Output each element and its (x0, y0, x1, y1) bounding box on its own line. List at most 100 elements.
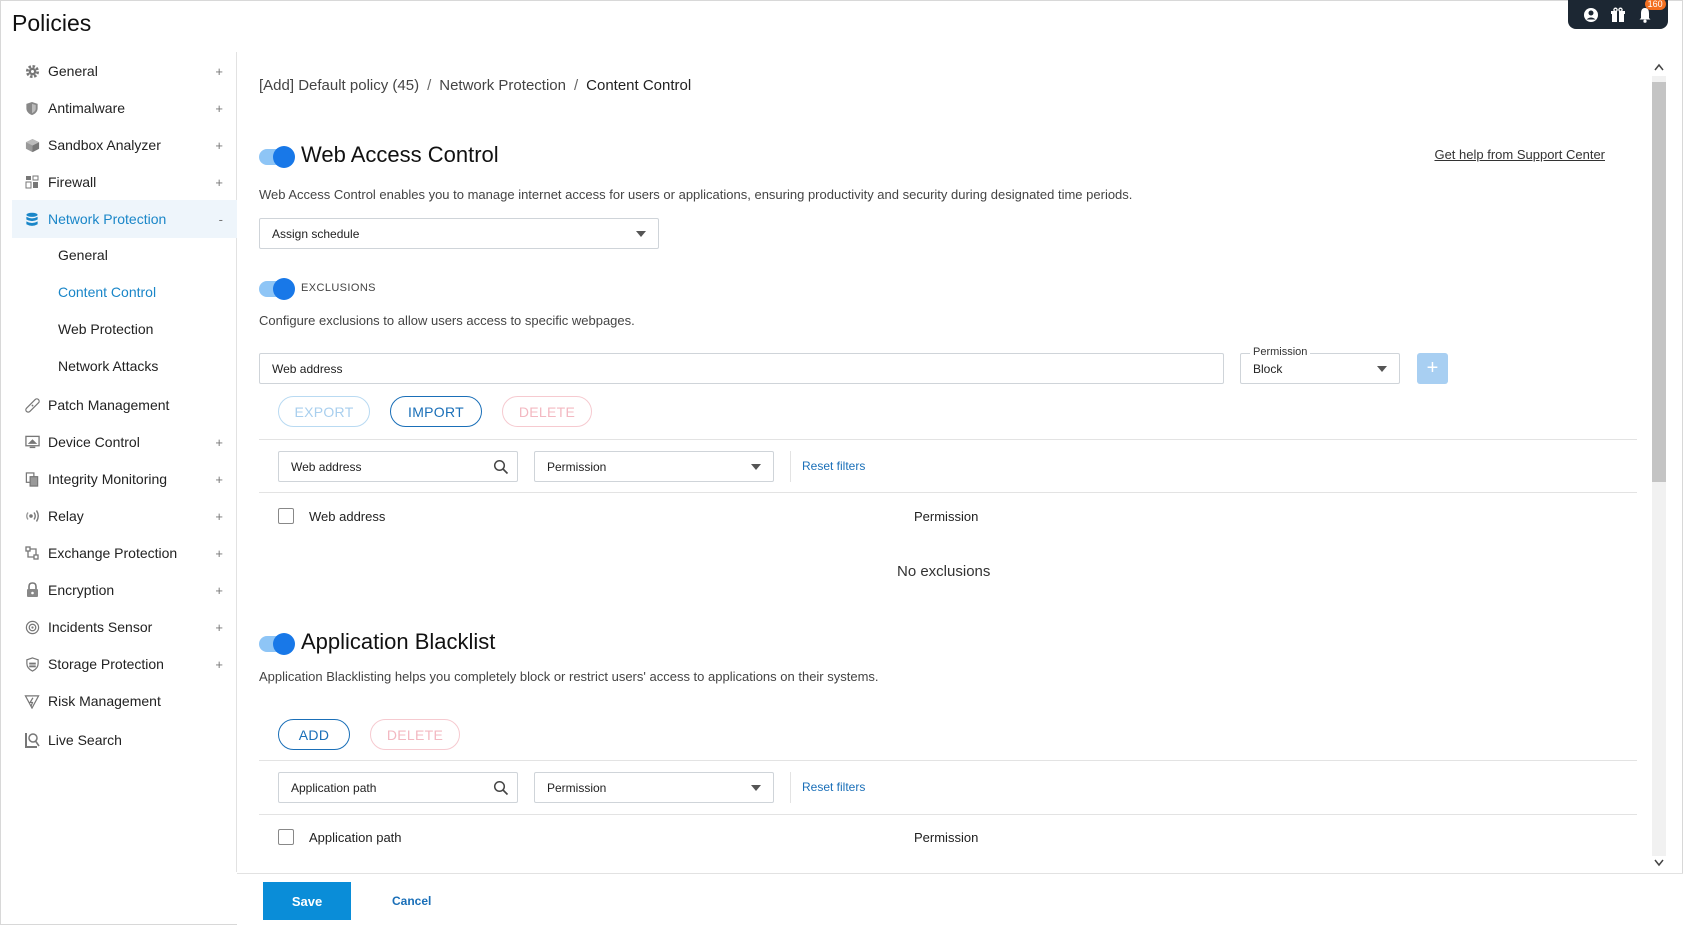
sidebar-item-storage-protection[interactable]: Storage Protection + (12, 645, 237, 683)
expand-toggle[interactable]: + (215, 657, 223, 672)
web-address-placeholder: Web address (272, 361, 343, 376)
application-path-filter-input[interactable]: Application path (278, 772, 518, 803)
column-header-application-path[interactable]: Application path (309, 830, 402, 845)
permission-filter-select[interactable]: Permission (534, 451, 774, 482)
sidebar-item-live-search[interactable]: Live Search (12, 721, 237, 759)
column-header-permission[interactable]: Permission (914, 830, 978, 845)
sidebar-item-label: General (48, 63, 98, 79)
expand-toggle[interactable]: + (215, 138, 223, 153)
breadcrumb-item-current: Content Control (586, 77, 692, 94)
sidebar-item-general[interactable]: General + (12, 52, 237, 90)
expand-toggle[interactable]: + (215, 583, 223, 598)
sidebar-item-patch-management[interactable]: Patch Management (12, 386, 237, 424)
sidebar-item-risk-management[interactable]: Risk Management (12, 682, 237, 720)
add-exclusion-button[interactable]: + (1417, 353, 1448, 384)
sidebar-item-exchange-protection[interactable]: Exchange Protection + (12, 534, 237, 572)
sidebar-item-label: Relay (48, 508, 84, 524)
sidebar-item-encryption[interactable]: Encryption + (12, 571, 237, 609)
expand-toggle[interactable]: + (215, 472, 223, 487)
sidebar-item-integrity-monitoring[interactable]: Integrity Monitoring + (12, 460, 237, 498)
save-button[interactable]: Save (263, 882, 351, 920)
cancel-button[interactable]: Cancel (392, 894, 431, 908)
expand-toggle[interactable]: + (215, 101, 223, 116)
assign-schedule-select[interactable]: Assign schedule (259, 218, 659, 249)
chevron-down-icon (751, 464, 761, 470)
live-search-icon (24, 732, 40, 748)
scrollbar-thumb[interactable] (1652, 82, 1666, 482)
sidebar-item-device-control[interactable]: Device Control + (12, 423, 237, 461)
select-all-checkbox[interactable] (278, 508, 294, 524)
sidebar-item-network-protection[interactable]: Network Protection - (12, 200, 237, 238)
expand-toggle[interactable]: + (215, 435, 223, 450)
web-address-filter-input[interactable]: Web address (278, 451, 518, 482)
filter-separator (790, 451, 791, 482)
search-icon (493, 780, 509, 796)
web-access-control-toggle[interactable] (259, 146, 295, 168)
select-all-applications-checkbox[interactable] (278, 829, 294, 845)
sidebar-subitem-network-attacks[interactable]: Network Attacks (58, 358, 158, 374)
content-control-panel: [Add] Default policy (45) / Network Protec… (237, 52, 1647, 872)
column-header-permission[interactable]: Permission (914, 509, 978, 524)
application-permission-filter-select[interactable]: Permission (534, 772, 774, 803)
breadcrumb: [Add] Default policy (45) / Network Protec… (259, 77, 691, 94)
chevron-down-icon (1377, 366, 1387, 372)
shield-icon (24, 100, 40, 116)
exclusions-label: EXCLUSIONS (301, 282, 376, 294)
sidebar-item-label: Incidents Sensor (48, 619, 153, 635)
search-icon (493, 459, 509, 475)
divider (259, 814, 1637, 815)
notifications-bell-icon[interactable]: 160 (1636, 0, 1666, 24)
sidebar-subitem-web-protection[interactable]: Web Protection (58, 321, 153, 337)
page-title: Policies (12, 10, 92, 36)
sidebar-item-firewall[interactable]: Firewall + (12, 163, 237, 201)
firewall-icon (24, 174, 40, 190)
sidebar-item-antimalware[interactable]: Antimalware + (12, 89, 237, 127)
gift-icon[interactable] (1609, 6, 1627, 24)
cube-icon (24, 137, 40, 153)
add-application-button[interactable]: ADD (278, 719, 350, 750)
delete-exclusions-button[interactable]: DELETE (502, 396, 592, 427)
column-header-web-address[interactable]: Web address (309, 509, 385, 524)
sidebar-item-label: Firewall (48, 174, 97, 190)
sidebar-subitem-content-control[interactable]: Content Control (58, 284, 156, 300)
user-account-icon[interactable] (1582, 6, 1600, 24)
sidebar-subitem-general[interactable]: General (58, 247, 108, 263)
import-button[interactable]: IMPORT (390, 396, 482, 427)
delete-applications-button[interactable]: DELETE (370, 719, 460, 750)
sidebar-item-sandbox-analyzer[interactable]: Sandbox Analyzer + (12, 126, 237, 164)
sidebar-item-incidents-sensor[interactable]: Incidents Sensor + (12, 608, 237, 646)
assign-schedule-value: Assign schedule (272, 226, 360, 241)
sidebar-item-label: Storage Protection (48, 656, 164, 672)
scroll-up-arrow-icon[interactable] (1652, 60, 1666, 74)
application-blacklist-toggle[interactable] (259, 633, 295, 655)
sidebar-item-relay[interactable]: Relay + (12, 497, 237, 535)
export-button[interactable]: EXPORT (278, 396, 370, 427)
expand-toggle[interactable]: + (215, 175, 223, 190)
breadcrumb-item-policy[interactable]: [Add] Default policy (45) (259, 77, 419, 94)
reset-filters-link[interactable]: Reset filters (802, 459, 865, 473)
application-blacklist-title: Application Blacklist (301, 629, 496, 654)
permission-filter-value: Permission (547, 459, 607, 474)
application-permission-filter-value: Permission (547, 780, 607, 795)
collapse-toggle[interactable]: - (219, 212, 223, 227)
expand-toggle[interactable]: + (215, 64, 223, 79)
breadcrumb-item-network-protection[interactable]: Network Protection (439, 77, 566, 94)
sidebar-item-label: Encryption (48, 582, 115, 598)
sidebar-item-label: Sandbox Analyzer (48, 137, 161, 153)
web-address-input[interactable]: Web address (259, 353, 1224, 384)
expand-toggle[interactable]: + (215, 620, 223, 635)
expand-toggle[interactable]: + (215, 509, 223, 524)
permission-value: Block (1253, 361, 1283, 376)
scroll-down-arrow-icon[interactable] (1652, 856, 1666, 870)
web-address-filter-placeholder: Web address (291, 459, 362, 474)
support-center-link[interactable]: Get help from Support Center (1434, 147, 1605, 162)
web-access-control-title: Web Access Control (301, 142, 499, 167)
expand-toggle[interactable]: + (215, 546, 223, 561)
exclusions-toggle[interactable] (259, 278, 295, 300)
reset-filters-link[interactable]: Reset filters (802, 780, 865, 794)
breadcrumb-separator: / (427, 77, 432, 94)
form-footer: Save Cancel (237, 873, 1683, 925)
content-scrollbar[interactable] (1648, 60, 1666, 872)
sidebar-item-label: Exchange Protection (48, 545, 178, 561)
lock-icon (24, 582, 40, 598)
